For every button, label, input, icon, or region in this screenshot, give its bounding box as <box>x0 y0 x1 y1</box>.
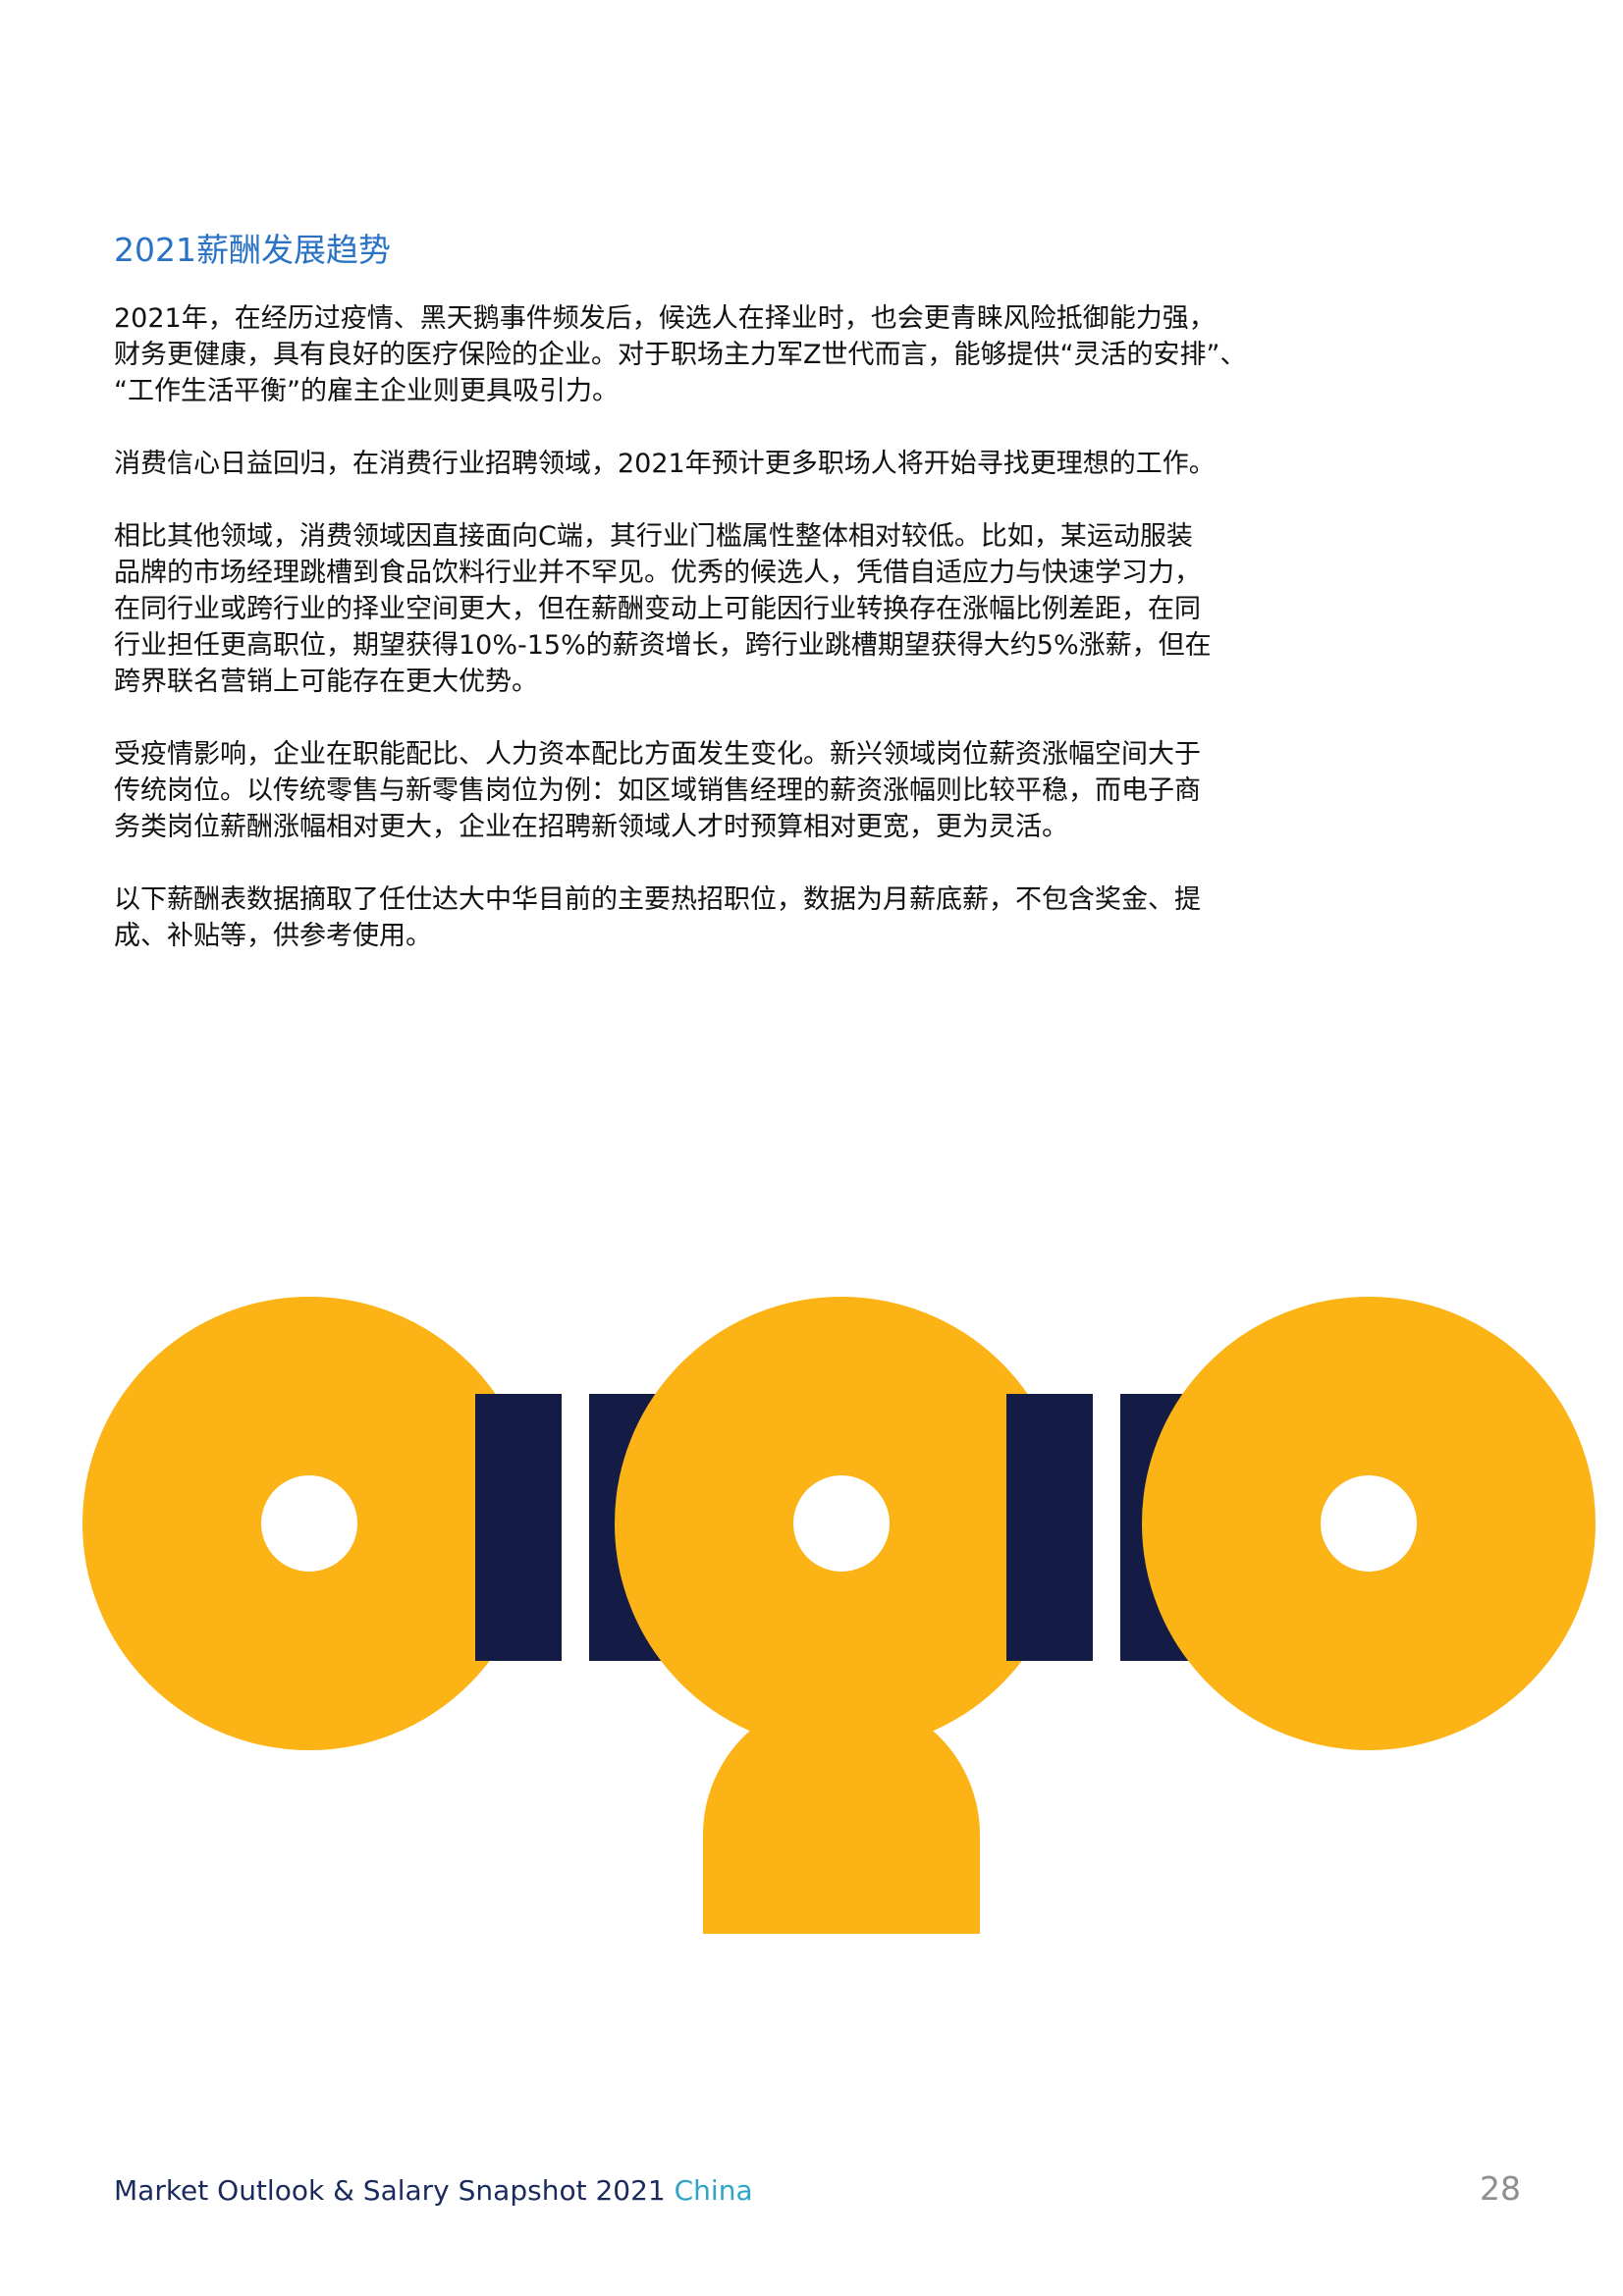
footer-title: Market Outlook & Salary Snapshot 2021 Ch… <box>114 2174 753 2207</box>
navy-bar-4 <box>1120 1394 1207 1661</box>
text-line: 传统岗位。以传统零售与新零售岗位为例：如区域销售经理的薪资涨幅则比较平稳，而电子… <box>114 775 1201 806</box>
paragraph-3: 相比其他领域，消费领域因直接面向C端，其行业门槛属性整体相对较低。比如，某运动服… <box>114 518 1292 700</box>
page-number: 28 <box>1480 2169 1521 2208</box>
text-line: 以下薪酬表数据摘取了任仕达大中华目前的主要热招职位，数据为月薪底薪，不包含奖金、… <box>114 884 1201 915</box>
page-title: 2021薪酬发展趋势 <box>114 231 391 269</box>
navy-bar-3 <box>1006 1394 1093 1661</box>
text-line: 在同行业或跨行业的择业空间更大，但在薪酬变动上可能因行业转换存在涨幅比例差距，在… <box>114 594 1201 624</box>
footer-country: China <box>674 2174 753 2207</box>
body-text: 2021年，在经历过疫情、黑天鹅事件频发后，候选人在择业时，也会更青睐风险抵御能… <box>114 300 1292 990</box>
paragraph-1: 2021年，在经历过疫情、黑天鹅事件频发后，候选人在择业时，也会更青睐风险抵御能… <box>114 300 1292 409</box>
text-line: 成、补贴等，供参考使用。 <box>114 921 432 951</box>
paragraph-5: 以下薪酬表数据摘取了任仕达大中华目前的主要热招职位，数据为月薪底薪，不包含奖金、… <box>114 881 1292 954</box>
text-line: 品牌的市场经理跳槽到食品饮料行业并不罕见。优秀的候选人，凭借自适应力与快速学习力… <box>114 558 1201 588</box>
yellow-arch <box>703 1696 980 1934</box>
paragraph-2: 消费信心日益回归，在消费行业招聘领域，2021年预计更多职场人将开始寻找更理想的… <box>114 446 1292 482</box>
text-line: 行业担任更高职位，期望获得10%-15%的薪资增长，跨行业跳槽期望获得大约5%涨… <box>114 630 1212 661</box>
text-line: 务类岗位薪酬涨幅相对更大，企业在招聘新领域人才时预算相对更宽，更为灵活。 <box>114 812 1068 842</box>
yellow-ring-center <box>615 1297 1068 1750</box>
yellow-ring-left <box>82 1297 536 1750</box>
navy-bar-2 <box>589 1394 676 1661</box>
text-line: 消费信心日益回归，在消费行业招聘领域，2021年预计更多职场人将开始寻找更理想的… <box>114 449 1216 479</box>
text-line: 相比其他领域，消费领域因直接面向C端，其行业门槛属性整体相对较低。比如，某运动服… <box>114 521 1193 552</box>
navy-bar-1 <box>475 1394 562 1661</box>
paragraph-4: 受疫情影响，企业在职能配比、人力资本配比方面发生变化。新兴领域岗位薪资涨幅空间大… <box>114 736 1292 845</box>
text-line: 2021年，在经历过疫情、黑天鹅事件频发后，候选人在择业时，也会更青睐风险抵御能… <box>114 303 1216 334</box>
text-line: 受疫情影响，企业在职能配比、人力资本配比方面发生变化。新兴领域岗位薪资涨幅空间大… <box>114 739 1201 770</box>
text-line: 跨界联名营销上可能存在更大优势。 <box>114 667 538 697</box>
text-line: “工作生活平衡”的雇主企业则更具吸引力。 <box>114 376 619 406</box>
text-line: 财务更健康，具有良好的医疗保险的企业。对于职场主力军Z世代而言，能够提供“灵活的… <box>114 340 1247 370</box>
footer-report-title: Market Outlook & Salary Snapshot 2021 <box>114 2174 666 2207</box>
yellow-ring-right <box>1142 1297 1596 1750</box>
